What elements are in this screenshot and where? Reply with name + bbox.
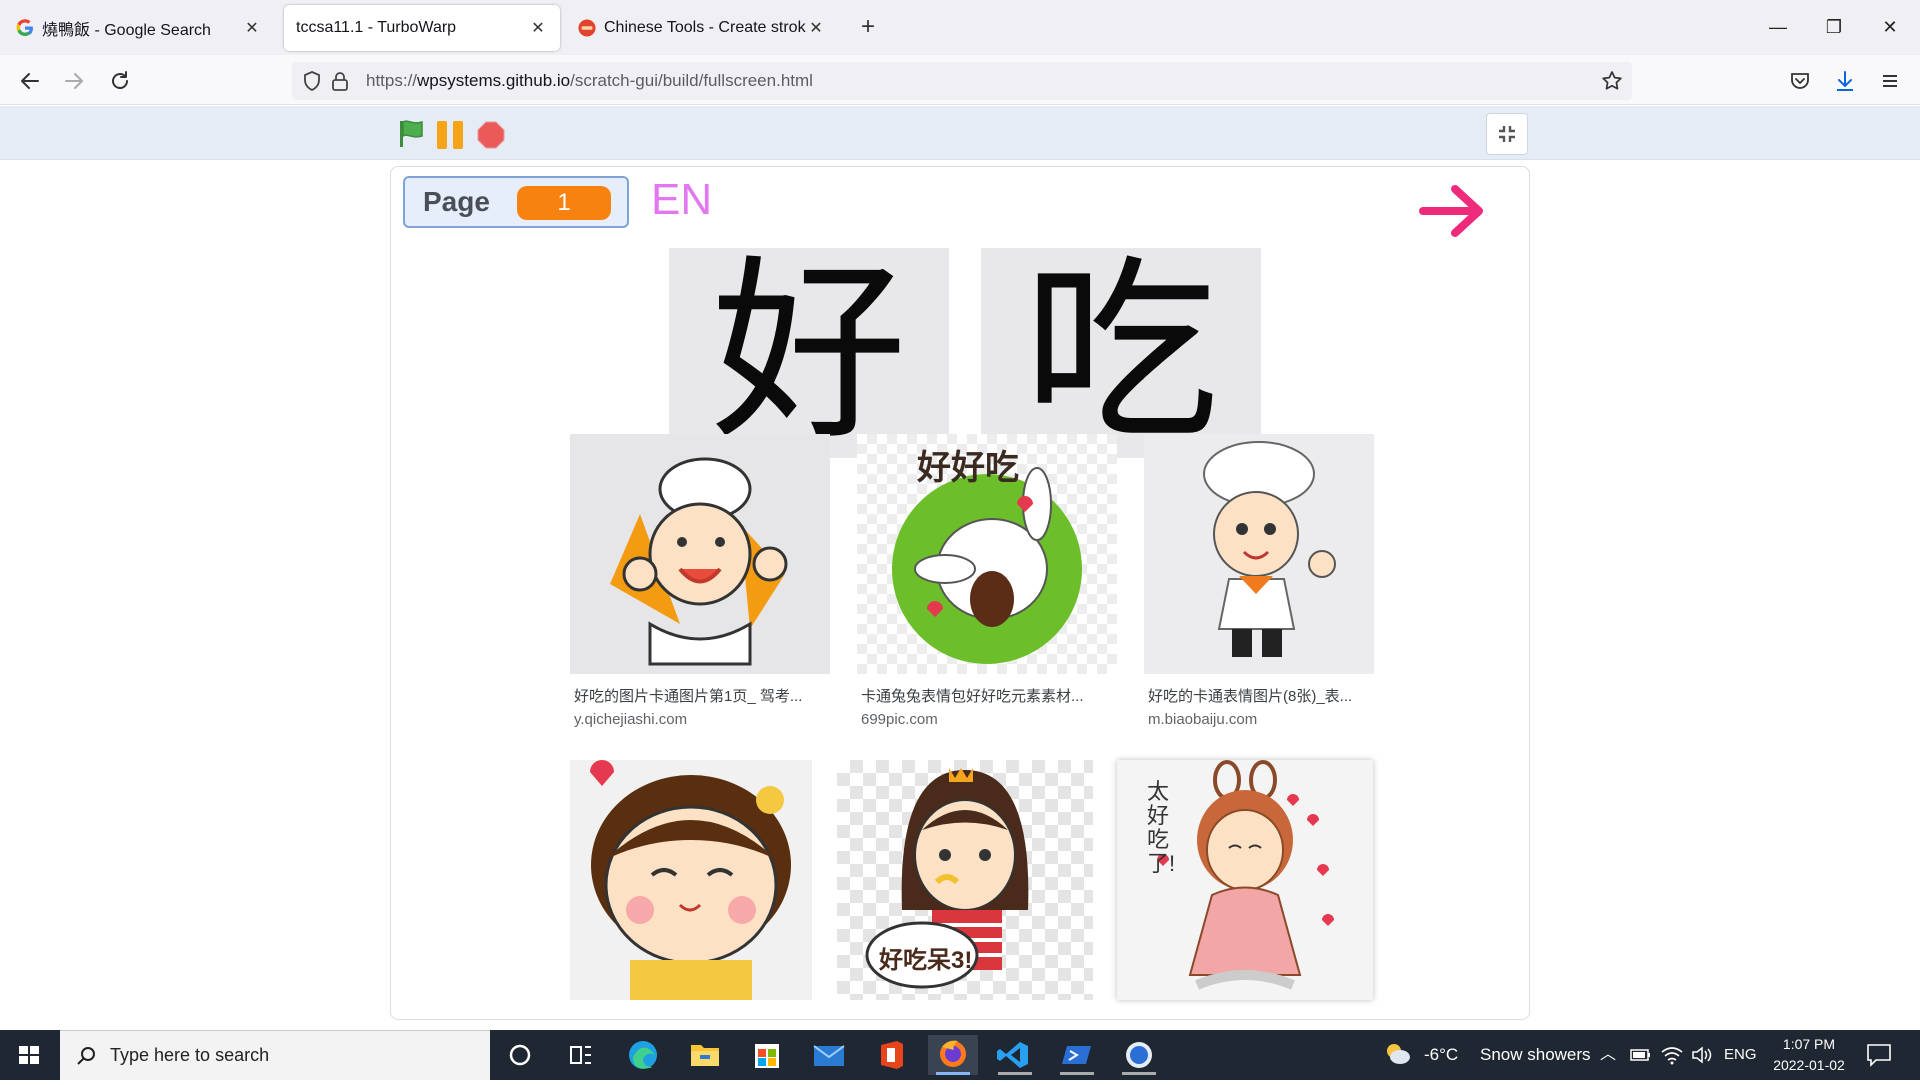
close-icon[interactable]: ✕	[528, 18, 548, 38]
office-icon[interactable]	[866, 1035, 916, 1075]
volume-icon[interactable]	[1690, 1045, 1714, 1070]
pocket-icon[interactable]	[1784, 65, 1816, 97]
edge-browser-icon[interactable]	[618, 1035, 668, 1075]
mail-icon[interactable]	[804, 1035, 854, 1075]
speech-bubble-text: 好吃呆3!	[879, 947, 973, 974]
green-flag-icon[interactable]	[398, 119, 426, 154]
language-toggle-button[interactable]: EN	[651, 175, 712, 225]
clock-date: 2022-01-02	[1773, 1057, 1845, 1073]
image-result-bunny[interactable]: 好好吃	[857, 434, 1117, 674]
file-explorer-icon[interactable]	[680, 1035, 730, 1075]
url-bar[interactable]: https://wpsystems.github.io/scratch-gui/…	[292, 62, 1632, 100]
image-result-chef-boy[interactable]	[570, 434, 830, 674]
close-icon[interactable]: ✕	[806, 18, 826, 38]
image-result-girl-yellow[interactable]	[570, 760, 812, 1000]
windows-taskbar: Type here to search -6°C Snow showers ︿ …	[0, 1030, 1920, 1080]
project-stage[interactable]: Page 1 EN 好 吃 好好吃 好吃的图片卡通图片第1页_ 驾考... y.…	[390, 166, 1530, 1020]
forward-button[interactable]	[58, 65, 90, 97]
powershell-icon[interactable]	[1052, 1035, 1102, 1075]
close-window-button[interactable]: ✕	[1870, 10, 1910, 44]
result-caption[interactable]: 卡通兔兔表情包好好吃元素素材...	[861, 685, 1111, 706]
tab-title: Chinese Tools - Create stroke or	[604, 19, 806, 36]
tracking-shield-icon[interactable]	[300, 69, 324, 93]
hamburger-menu-icon[interactable]	[1874, 65, 1906, 97]
chef-thumbsup-image	[1203, 441, 1336, 657]
image-result-girl-bubble[interactable]: 好吃呆3!	[837, 760, 1093, 1000]
system-clock[interactable]: 1:07 PM 2022-01-02	[1764, 1034, 1854, 1076]
page-number: 1	[517, 186, 611, 220]
url-text: https://wpsystems.github.io/scratch-gui/…	[366, 71, 813, 90]
pause-icon[interactable]	[437, 121, 465, 149]
result-source: y.qichejiashi.com	[574, 711, 688, 728]
girl-cartoon-image	[590, 760, 791, 1000]
windows-start-button[interactable]	[0, 1030, 58, 1080]
chevron-up-icon[interactable]: ︿	[1600, 1030, 1616, 1080]
weather-description[interactable]: Snow showers	[1480, 1030, 1591, 1080]
tab-google-search[interactable]: 燒鴨飯 - Google Search ✕	[4, 5, 274, 51]
image-result-girl-hearts[interactable]: 太好吃了!	[1117, 760, 1373, 1000]
tab-turbowarp[interactable]: tccsa11.1 - TurboWarp ✕	[284, 5, 560, 51]
weather-icon[interactable]	[1382, 1041, 1412, 1074]
close-icon[interactable]: ✕	[242, 18, 262, 38]
notification-center-icon[interactable]	[1866, 1043, 1892, 1072]
bunny-banner-text: 好好吃	[917, 449, 1019, 487]
input-language[interactable]: ENG	[1724, 1030, 1757, 1080]
page-indicator: Page 1	[403, 176, 629, 228]
character-card[interactable]: 好	[669, 248, 949, 458]
tab-title: tccsa11.1 - TurboWarp	[296, 19, 457, 36]
chef-cartoon-image	[610, 457, 788, 666]
bookmark-star-icon[interactable]	[1600, 69, 1624, 93]
lock-icon[interactable]	[328, 69, 352, 93]
image-result-chef-thumbsup[interactable]	[1144, 434, 1374, 674]
result-source: m.biaobaiju.com	[1148, 711, 1258, 728]
navigation-bar: https://wpsystems.github.io/scratch-gui/…	[0, 55, 1920, 105]
search-icon	[74, 1044, 98, 1073]
signal-messenger-icon[interactable]	[1114, 1035, 1164, 1075]
battery-icon[interactable]	[1630, 1047, 1652, 1068]
new-tab-button[interactable]: +	[856, 12, 880, 42]
character-card[interactable]: 吃	[981, 248, 1261, 458]
microsoft-store-icon[interactable]	[742, 1035, 792, 1075]
google-g-icon	[16, 19, 34, 37]
task-view-icon[interactable]	[555, 1035, 605, 1075]
minimize-button[interactable]: —	[1758, 10, 1798, 44]
vscode-icon[interactable]	[990, 1035, 1040, 1075]
reload-button[interactable]	[104, 65, 136, 97]
cortana-icon[interactable]	[495, 1035, 545, 1075]
result-caption[interactable]: 好吃的图片卡通图片第1页_ 驾考...	[574, 685, 824, 706]
player-controls-bar	[0, 106, 1920, 160]
tab-title: 燒鴨飯 - Google Search	[42, 22, 211, 39]
search-placeholder: Type here to search	[110, 1045, 270, 1065]
next-page-arrow-icon[interactable]	[1419, 181, 1489, 246]
stop-icon[interactable]	[477, 121, 505, 149]
chinese-tools-icon	[578, 19, 596, 37]
page-label: Page	[423, 186, 490, 217]
firefox-icon[interactable]	[928, 1035, 978, 1075]
tab-strip: 燒鴨飯 - Google Search ✕ tccsa11.1 - TurboW…	[0, 0, 1920, 55]
exit-fullscreen-icon	[1499, 126, 1515, 142]
clock-time: 1:07 PM	[1782, 1036, 1836, 1052]
wifi-icon[interactable]	[1660, 1044, 1684, 1071]
downloads-icon[interactable]	[1829, 65, 1861, 97]
taskbar-search-box[interactable]: Type here to search	[60, 1030, 490, 1080]
tab-chinese-tools[interactable]: Chinese Tools - Create stroke or ✕	[566, 5, 838, 51]
result-caption[interactable]: 好吃的卡通表情图片(8张)_表...	[1148, 685, 1376, 706]
back-button[interactable]	[14, 65, 46, 97]
result-source: 699pic.com	[861, 711, 938, 728]
exit-fullscreen-button[interactable]	[1486, 113, 1528, 155]
vertical-caption-text: 太好吃了!	[1147, 779, 1176, 876]
weather-temperature[interactable]: -6°C	[1424, 1030, 1458, 1080]
restore-button[interactable]: ❐	[1814, 10, 1854, 44]
